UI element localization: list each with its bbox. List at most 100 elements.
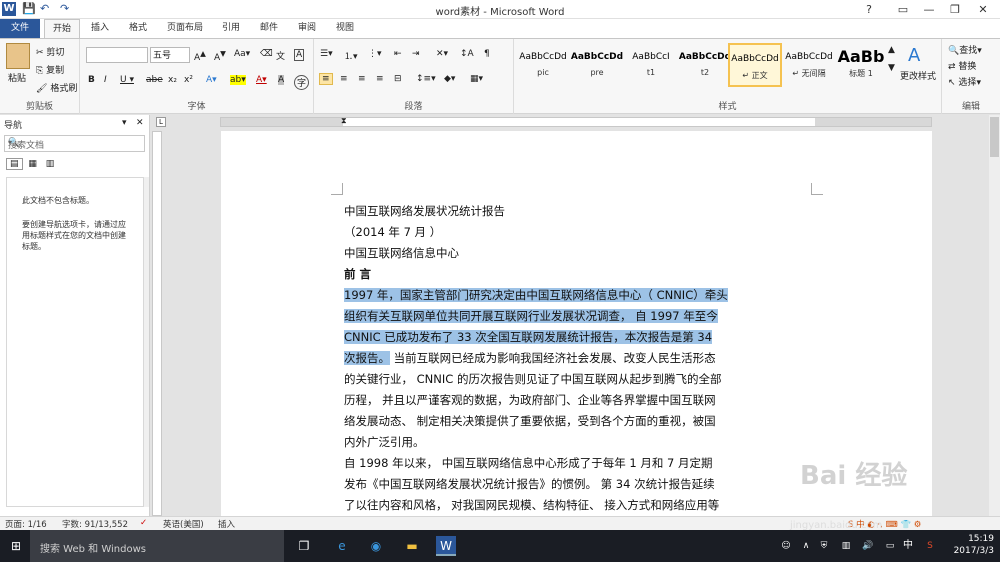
text-effects-icon[interactable]: A▾: [206, 75, 217, 85]
ime-indicator[interactable]: 中: [898, 536, 918, 556]
results-view-icon[interactable]: ▥: [43, 159, 58, 169]
style-normal[interactable]: AaBbCcDd ↵ 正文: [728, 43, 782, 87]
font-name-box[interactable]: [86, 47, 148, 63]
change-styles-icon[interactable]: A: [908, 45, 920, 66]
page-count[interactable]: 页面: 1/16: [5, 518, 47, 530]
tab-view[interactable]: 视图: [330, 19, 360, 38]
doc-line[interactable]: 次报告。 当前互联网已经成为影响我国经济社会发展、改变人民生活形态: [344, 348, 814, 368]
network-icon[interactable]: ▥: [836, 536, 856, 556]
show-marks-icon[interactable]: ¶: [484, 49, 490, 59]
chinese-layout-icon[interactable]: ✕▾: [436, 49, 448, 59]
doc-line[interactable]: 了以往内容和风格， 对我国网民规模、结构特征、 接入方式和网络应用等: [344, 495, 814, 515]
doc-line[interactable]: 络发展动态、 制定相关决策提供了重要依据，受到各个方面的重视，被国: [344, 411, 814, 431]
tab-references[interactable]: 引用: [216, 19, 246, 38]
style-pre[interactable]: AaBbCcDd pre: [570, 43, 624, 87]
strikethrough-icon[interactable]: abe: [146, 75, 163, 85]
file-explorer-icon[interactable]: ▬: [402, 536, 422, 556]
styles-scroll-up-icon[interactable]: ▲: [888, 45, 895, 55]
select-button[interactable]: ↖ 选择▾: [948, 75, 981, 88]
italic-icon[interactable]: I: [104, 75, 107, 85]
find-button[interactable]: 🔍查找▾: [948, 43, 982, 56]
phonetic-icon[interactable]: 文: [276, 49, 285, 62]
selected-text[interactable]: CNNIC 已成功发布了 33 次全国互联网发展统计报告，本次报告是第 34: [344, 330, 713, 344]
borders-icon[interactable]: ▦▾: [470, 74, 483, 84]
nav-options-icon[interactable]: ▾: [122, 118, 127, 128]
selected-text[interactable]: 次报告。: [344, 351, 390, 365]
style-heading-1[interactable]: AaBb 标题 1: [834, 43, 888, 87]
headings-view-icon[interactable]: ▤: [6, 158, 23, 170]
tab-format[interactable]: 格式: [122, 19, 154, 38]
tab-insert[interactable]: 插入: [84, 19, 116, 38]
tab-mailings[interactable]: 邮件: [254, 19, 284, 38]
taskbar-search[interactable]: 搜索 Web 和 Windows: [30, 530, 284, 562]
battery-icon[interactable]: ▭: [880, 536, 900, 556]
doc-heading[interactable]: 前 言: [344, 264, 814, 284]
tray-chevron-icon[interactable]: ∧: [796, 536, 816, 556]
doc-line[interactable]: 中国互联网络发展状况统计报告: [344, 201, 814, 221]
align-left-icon[interactable]: ≡: [319, 73, 333, 85]
replace-button[interactable]: ⇄ 替换: [948, 59, 976, 72]
task-view-icon[interactable]: ❐: [294, 536, 314, 556]
styles-scroll-down-icon[interactable]: ▼: [888, 63, 895, 73]
font-size-box[interactable]: 五号: [150, 47, 190, 63]
word-count[interactable]: 字数: 91/13,552: [62, 518, 128, 530]
clear-format-icon[interactable]: ⌫: [260, 49, 273, 59]
help-icon[interactable]: ?: [852, 0, 886, 19]
doc-line[interactable]: 组织有关互联网单位共同开展互联网行业发展状况调查， 自 1997 年至今: [344, 306, 814, 326]
edge-icon[interactable]: e: [332, 536, 352, 556]
bold-icon[interactable]: B: [88, 75, 95, 85]
scrollbar-thumb[interactable]: [990, 117, 999, 157]
vertical-scrollbar[interactable]: [989, 115, 1000, 516]
doc-line[interactable]: 1997 年，国家主管部门研究决定由中国互联网络信息中心（ CNNIC）牵头: [344, 285, 814, 305]
indent-marker-icon[interactable]: ⧗: [341, 116, 347, 126]
pages-view-icon[interactable]: ▦: [25, 159, 40, 169]
tab-selector-icon[interactable]: L: [156, 117, 166, 127]
nav-close-icon[interactable]: ✕: [136, 118, 144, 128]
selected-text[interactable]: 1997 年，国家主管部门研究决定由中国互联网络信息中心（ CNNIC）牵头: [344, 288, 728, 302]
subscript-icon[interactable]: x₂: [168, 75, 177, 85]
line-spacing-icon[interactable]: ↕≡▾: [416, 74, 436, 84]
style-t1[interactable]: AaBbCcI t1: [624, 43, 678, 87]
tray-people-icon[interactable]: ☺: [776, 536, 796, 556]
numbering-icon[interactable]: ⒈▾: [344, 49, 358, 62]
doc-line[interactable]: 的关键行业， CNNIC 的历次报告则见证了中国互联网从起步到腾飞的全部: [344, 369, 814, 389]
style-t2[interactable]: AaBbCcDd t2: [678, 43, 732, 87]
font-color-icon[interactable]: A▾: [256, 75, 267, 85]
horizontal-ruler[interactable]: ⧗: [220, 116, 932, 127]
insert-mode[interactable]: 插入: [218, 518, 235, 530]
doc-line[interactable]: （2014 年 7 月 ）: [344, 222, 814, 242]
align-right-icon[interactable]: ≡: [358, 74, 366, 84]
nav-search-input[interactable]: 搜索文档 🔍 ▾: [4, 135, 145, 152]
distribute-icon[interactable]: ⊟: [394, 74, 402, 84]
tab-page-layout[interactable]: 页面布局: [160, 19, 210, 38]
change-case-icon[interactable]: Aa▾: [234, 49, 250, 59]
tray-shield-icon[interactable]: ⛨: [814, 536, 834, 556]
search-dropdown-icon[interactable]: ▾: [8, 138, 141, 147]
doc-line[interactable]: 中国互联网络信息中心: [344, 243, 814, 263]
doc-line[interactable]: 自 1998 年以来， 中国互联网络信息中心形成了于每年 1 月和 7 月定期: [344, 453, 814, 473]
doc-line[interactable]: CNNIC 已成功发布了 33 次全国互联网发展统计报告，本次报告是第 34: [344, 327, 814, 347]
increase-indent-icon[interactable]: ⇥: [412, 49, 420, 59]
enclose-char-icon[interactable]: 字: [294, 75, 310, 90]
clock[interactable]: 15:19 2017/3/3: [954, 533, 994, 557]
align-center-icon[interactable]: ≡: [340, 74, 348, 84]
doc-text[interactable]: 当前互联网已经成为影响我国经济社会发展、改变人民生活形态: [390, 351, 716, 365]
volume-icon[interactable]: 🔊: [858, 536, 878, 556]
language[interactable]: 英语(美国): [163, 518, 204, 530]
char-shading-icon[interactable]: A: [278, 75, 285, 85]
paste-icon[interactable]: [6, 43, 30, 69]
vertical-ruler[interactable]: [152, 131, 162, 516]
nav-scrollbar[interactable]: [144, 177, 149, 507]
start-icon[interactable]: ⊞: [6, 536, 26, 556]
copy-button[interactable]: ⎘ 复制: [36, 63, 64, 76]
justify-icon[interactable]: ≡: [376, 74, 384, 84]
selected-text[interactable]: 组织有关互联网单位共同开展互联网行业发展状况调查， 自 1997 年至今: [344, 309, 718, 323]
doc-line[interactable]: 内外广泛引用。: [344, 432, 814, 452]
decrease-indent-icon[interactable]: ⇤: [394, 49, 402, 59]
multilevel-icon[interactable]: ⋮▾: [368, 49, 382, 59]
close-button[interactable]: ✕: [966, 0, 1000, 19]
style-no-spacing[interactable]: AaBbCcDd ↵ 无间隔: [782, 43, 836, 87]
doc-line[interactable]: 发布《中国互联网络发展状况统计报告》的惯例。 第 34 次统计报告延续: [344, 474, 814, 494]
format-painter-button[interactable]: 🖌 格式刷: [36, 81, 77, 94]
change-styles-button[interactable]: 更改样式: [900, 69, 936, 82]
